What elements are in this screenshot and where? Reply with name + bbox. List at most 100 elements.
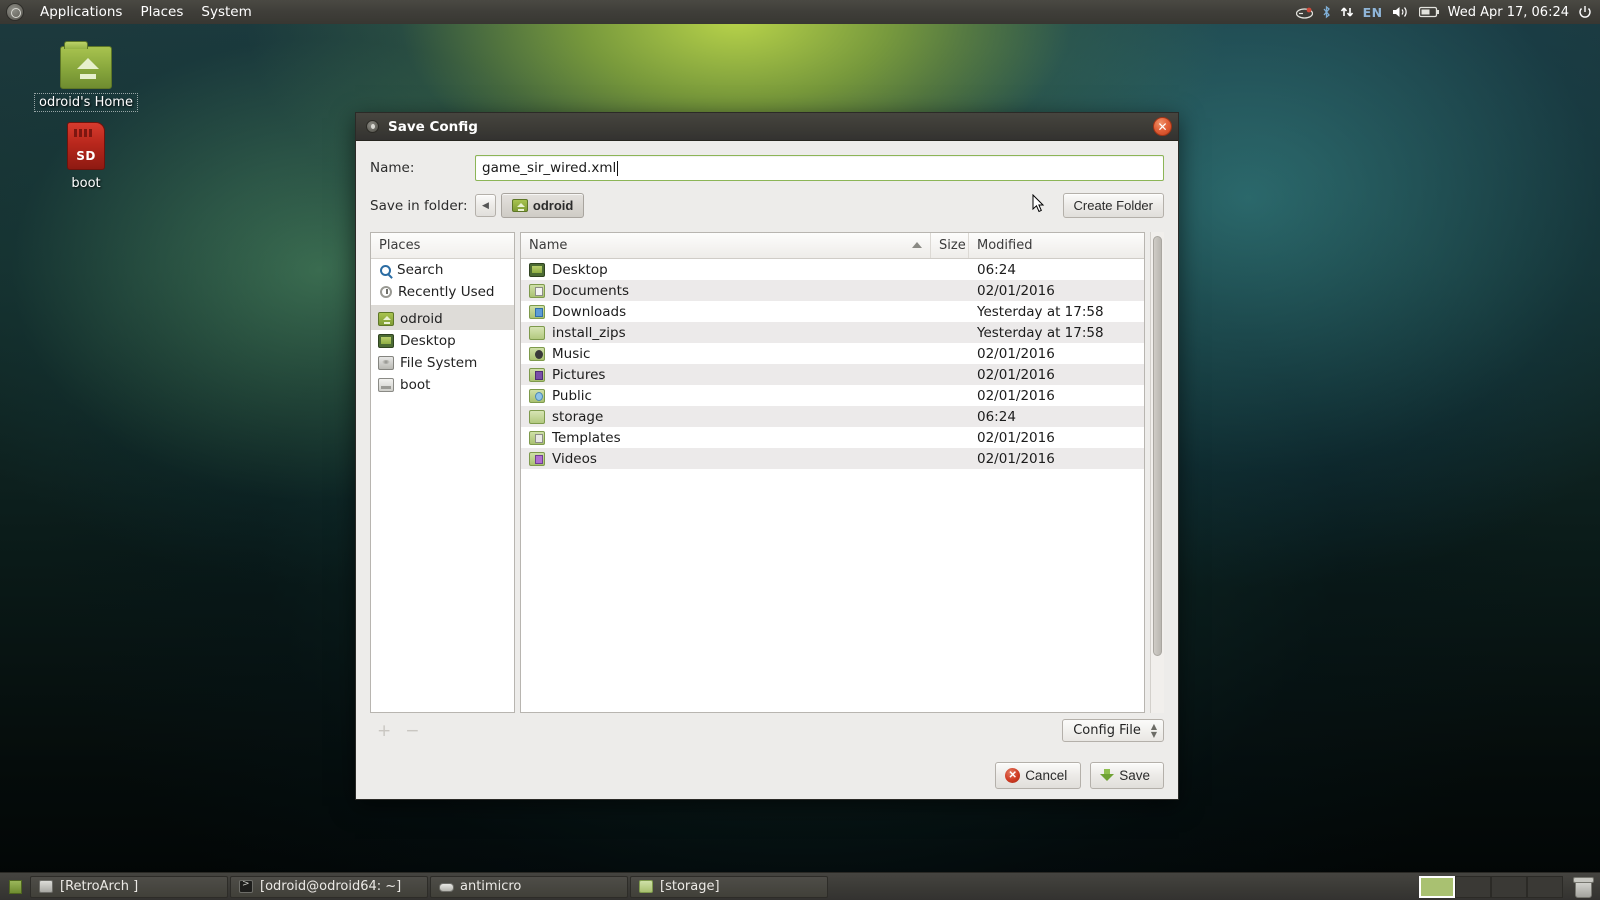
- file-name-cell: Desktop: [521, 259, 931, 280]
- menu-system[interactable]: System: [192, 2, 260, 22]
- taskbar-item-label: antimicro: [460, 879, 521, 894]
- recent-icon: [380, 286, 392, 298]
- table-row[interactable]: Desktop 06:24: [521, 259, 1144, 280]
- top-panel: Applications Places System EN Wed Apr 17…: [0, 0, 1600, 24]
- table-row[interactable]: storage 06:24: [521, 406, 1144, 427]
- network-updown-icon[interactable]: [1340, 5, 1354, 19]
- battery-icon[interactable]: [1419, 6, 1439, 18]
- path-button-odroid[interactable]: odroid: [501, 193, 584, 218]
- file-name-cell: Templates: [521, 427, 931, 448]
- table-row[interactable]: Music 02/01/2016: [521, 343, 1144, 364]
- save-button[interactable]: Save: [1090, 762, 1164, 789]
- filename-input[interactable]: game_sir_wired.xml: [475, 155, 1164, 181]
- taskbar-item-terminal[interactable]: [odroid@odroid64: ~]: [230, 876, 428, 898]
- table-row[interactable]: Videos 02/01/2016: [521, 448, 1144, 469]
- file-modified-cell: 02/01/2016: [969, 427, 1144, 448]
- show-desktop-icon[interactable]: [4, 877, 26, 897]
- file-modified-cell: 02/01/2016: [969, 343, 1144, 364]
- taskbar-item-storage[interactable]: [storage]: [630, 876, 828, 898]
- filetype-combobox[interactable]: Config File ▲▼: [1062, 719, 1164, 742]
- desktop-icon-home[interactable]: odroid's Home: [28, 46, 144, 112]
- table-row[interactable]: Downloads Yesterday at 17:58: [521, 301, 1144, 322]
- places-sidebar: Places Search Recently Used odroid Deskt…: [370, 232, 515, 713]
- file-size-cell: [931, 427, 969, 448]
- place-item-search[interactable]: Search: [371, 259, 514, 281]
- table-row[interactable]: Templates 02/01/2016: [521, 427, 1144, 448]
- column-header-modified[interactable]: Modified: [969, 233, 1144, 258]
- close-circle-icon: ✕: [1005, 768, 1020, 783]
- file-name: Pictures: [552, 367, 605, 383]
- bluetooth-icon[interactable]: [1322, 5, 1331, 19]
- taskbar-item-antimicro[interactable]: antimicro: [430, 876, 628, 898]
- file-name: Videos: [552, 451, 597, 467]
- workspace-2[interactable]: [1455, 876, 1491, 898]
- power-icon[interactable]: [1578, 5, 1592, 19]
- remove-bookmark-button[interactable]: −: [398, 721, 426, 741]
- workspace-4[interactable]: [1527, 876, 1563, 898]
- file-name-cell: install_zips: [521, 322, 931, 343]
- sort-ascending-icon: [912, 242, 922, 248]
- file-name-cell: Public: [521, 385, 931, 406]
- desktop-icon-home-label: odroid's Home: [34, 93, 138, 112]
- table-row[interactable]: install_zips Yesterday at 17:58: [521, 322, 1144, 343]
- pictures-folder-icon: [529, 368, 545, 382]
- file-modified-cell: 02/01/2016: [969, 280, 1144, 301]
- file-list-rows: Desktop 06:24 Documents 02/01/2016 Downl…: [521, 259, 1144, 712]
- terminal-icon: [239, 880, 253, 893]
- workspace-1[interactable]: [1419, 876, 1455, 898]
- file-list-header: Name Size Modified: [521, 233, 1144, 259]
- chevron-left-icon[interactable]: ◀: [475, 194, 496, 217]
- keyboard-language-indicator[interactable]: EN: [1363, 5, 1383, 20]
- trash-icon[interactable]: [1573, 876, 1593, 898]
- chevron-updown-icon: ▲▼: [1151, 724, 1157, 738]
- path-button-label: odroid: [533, 198, 573, 213]
- place-label: Search: [397, 262, 443, 278]
- file-modified-cell: Yesterday at 17:58: [969, 322, 1144, 343]
- place-item-file-system[interactable]: File System: [371, 352, 514, 374]
- sd-card-icon: SD: [67, 122, 105, 170]
- gamepad-icon[interactable]: [1296, 6, 1313, 19]
- music-folder-icon: [529, 347, 545, 361]
- file-name: install_zips: [552, 325, 626, 341]
- workspace-3[interactable]: [1491, 876, 1527, 898]
- add-bookmark-button[interactable]: +: [370, 721, 398, 741]
- table-row[interactable]: Pictures 02/01/2016: [521, 364, 1144, 385]
- table-row[interactable]: Public 02/01/2016: [521, 385, 1144, 406]
- dialog-body: Name: game_sir_wired.xml Save in folder:…: [356, 141, 1178, 799]
- place-item-boot[interactable]: boot: [371, 374, 514, 396]
- table-row[interactable]: Documents 02/01/2016: [521, 280, 1144, 301]
- desktop-icon-boot[interactable]: SD boot: [28, 122, 144, 193]
- browser-panes: Places Search Recently Used odroid Deskt…: [370, 232, 1164, 713]
- column-header-size[interactable]: Size: [931, 233, 969, 258]
- place-item-odroid[interactable]: odroid: [371, 305, 514, 330]
- scrollbar-thumb[interactable]: [1153, 236, 1162, 656]
- file-name: Templates: [552, 430, 621, 446]
- taskbar-item-label: [RetroArch ]: [60, 879, 138, 894]
- cancel-button[interactable]: ✕ Cancel: [995, 762, 1081, 789]
- menu-places[interactable]: Places: [131, 2, 192, 22]
- videos-folder-icon: [529, 452, 545, 466]
- file-name: Documents: [552, 283, 629, 299]
- close-icon[interactable]: ✕: [1153, 117, 1172, 136]
- place-item-recently-used[interactable]: Recently Used: [371, 281, 514, 303]
- filename-input-value: game_sir_wired.xml: [482, 160, 616, 176]
- taskbar-item-retroarch[interactable]: [RetroArch ]: [30, 876, 228, 898]
- place-label: odroid: [400, 311, 443, 327]
- place-item-desktop[interactable]: Desktop: [371, 330, 514, 352]
- boot-drive-icon: [378, 378, 394, 392]
- volume-icon[interactable]: [1392, 5, 1410, 19]
- column-header-name[interactable]: Name: [521, 233, 931, 258]
- dialog-titlebar[interactable]: Save Config ✕: [356, 113, 1178, 141]
- place-label: File System: [400, 355, 477, 371]
- window-menu-icon[interactable]: [366, 120, 379, 133]
- file-name: storage: [552, 409, 603, 425]
- create-folder-button[interactable]: Create Folder: [1063, 193, 1164, 218]
- ubuntu-logo-icon[interactable]: [6, 3, 24, 21]
- system-tray: EN Wed Apr 17, 06:24: [1296, 5, 1600, 20]
- clock[interactable]: Wed Apr 17, 06:24: [1448, 5, 1569, 20]
- workspace-switcher: [1419, 876, 1600, 898]
- menu-applications[interactable]: Applications: [31, 2, 131, 22]
- file-size-cell: [931, 448, 969, 469]
- file-list: Name Size Modified Desktop 06:24 Documen…: [520, 232, 1145, 713]
- file-list-scrollbar[interactable]: [1150, 232, 1164, 713]
